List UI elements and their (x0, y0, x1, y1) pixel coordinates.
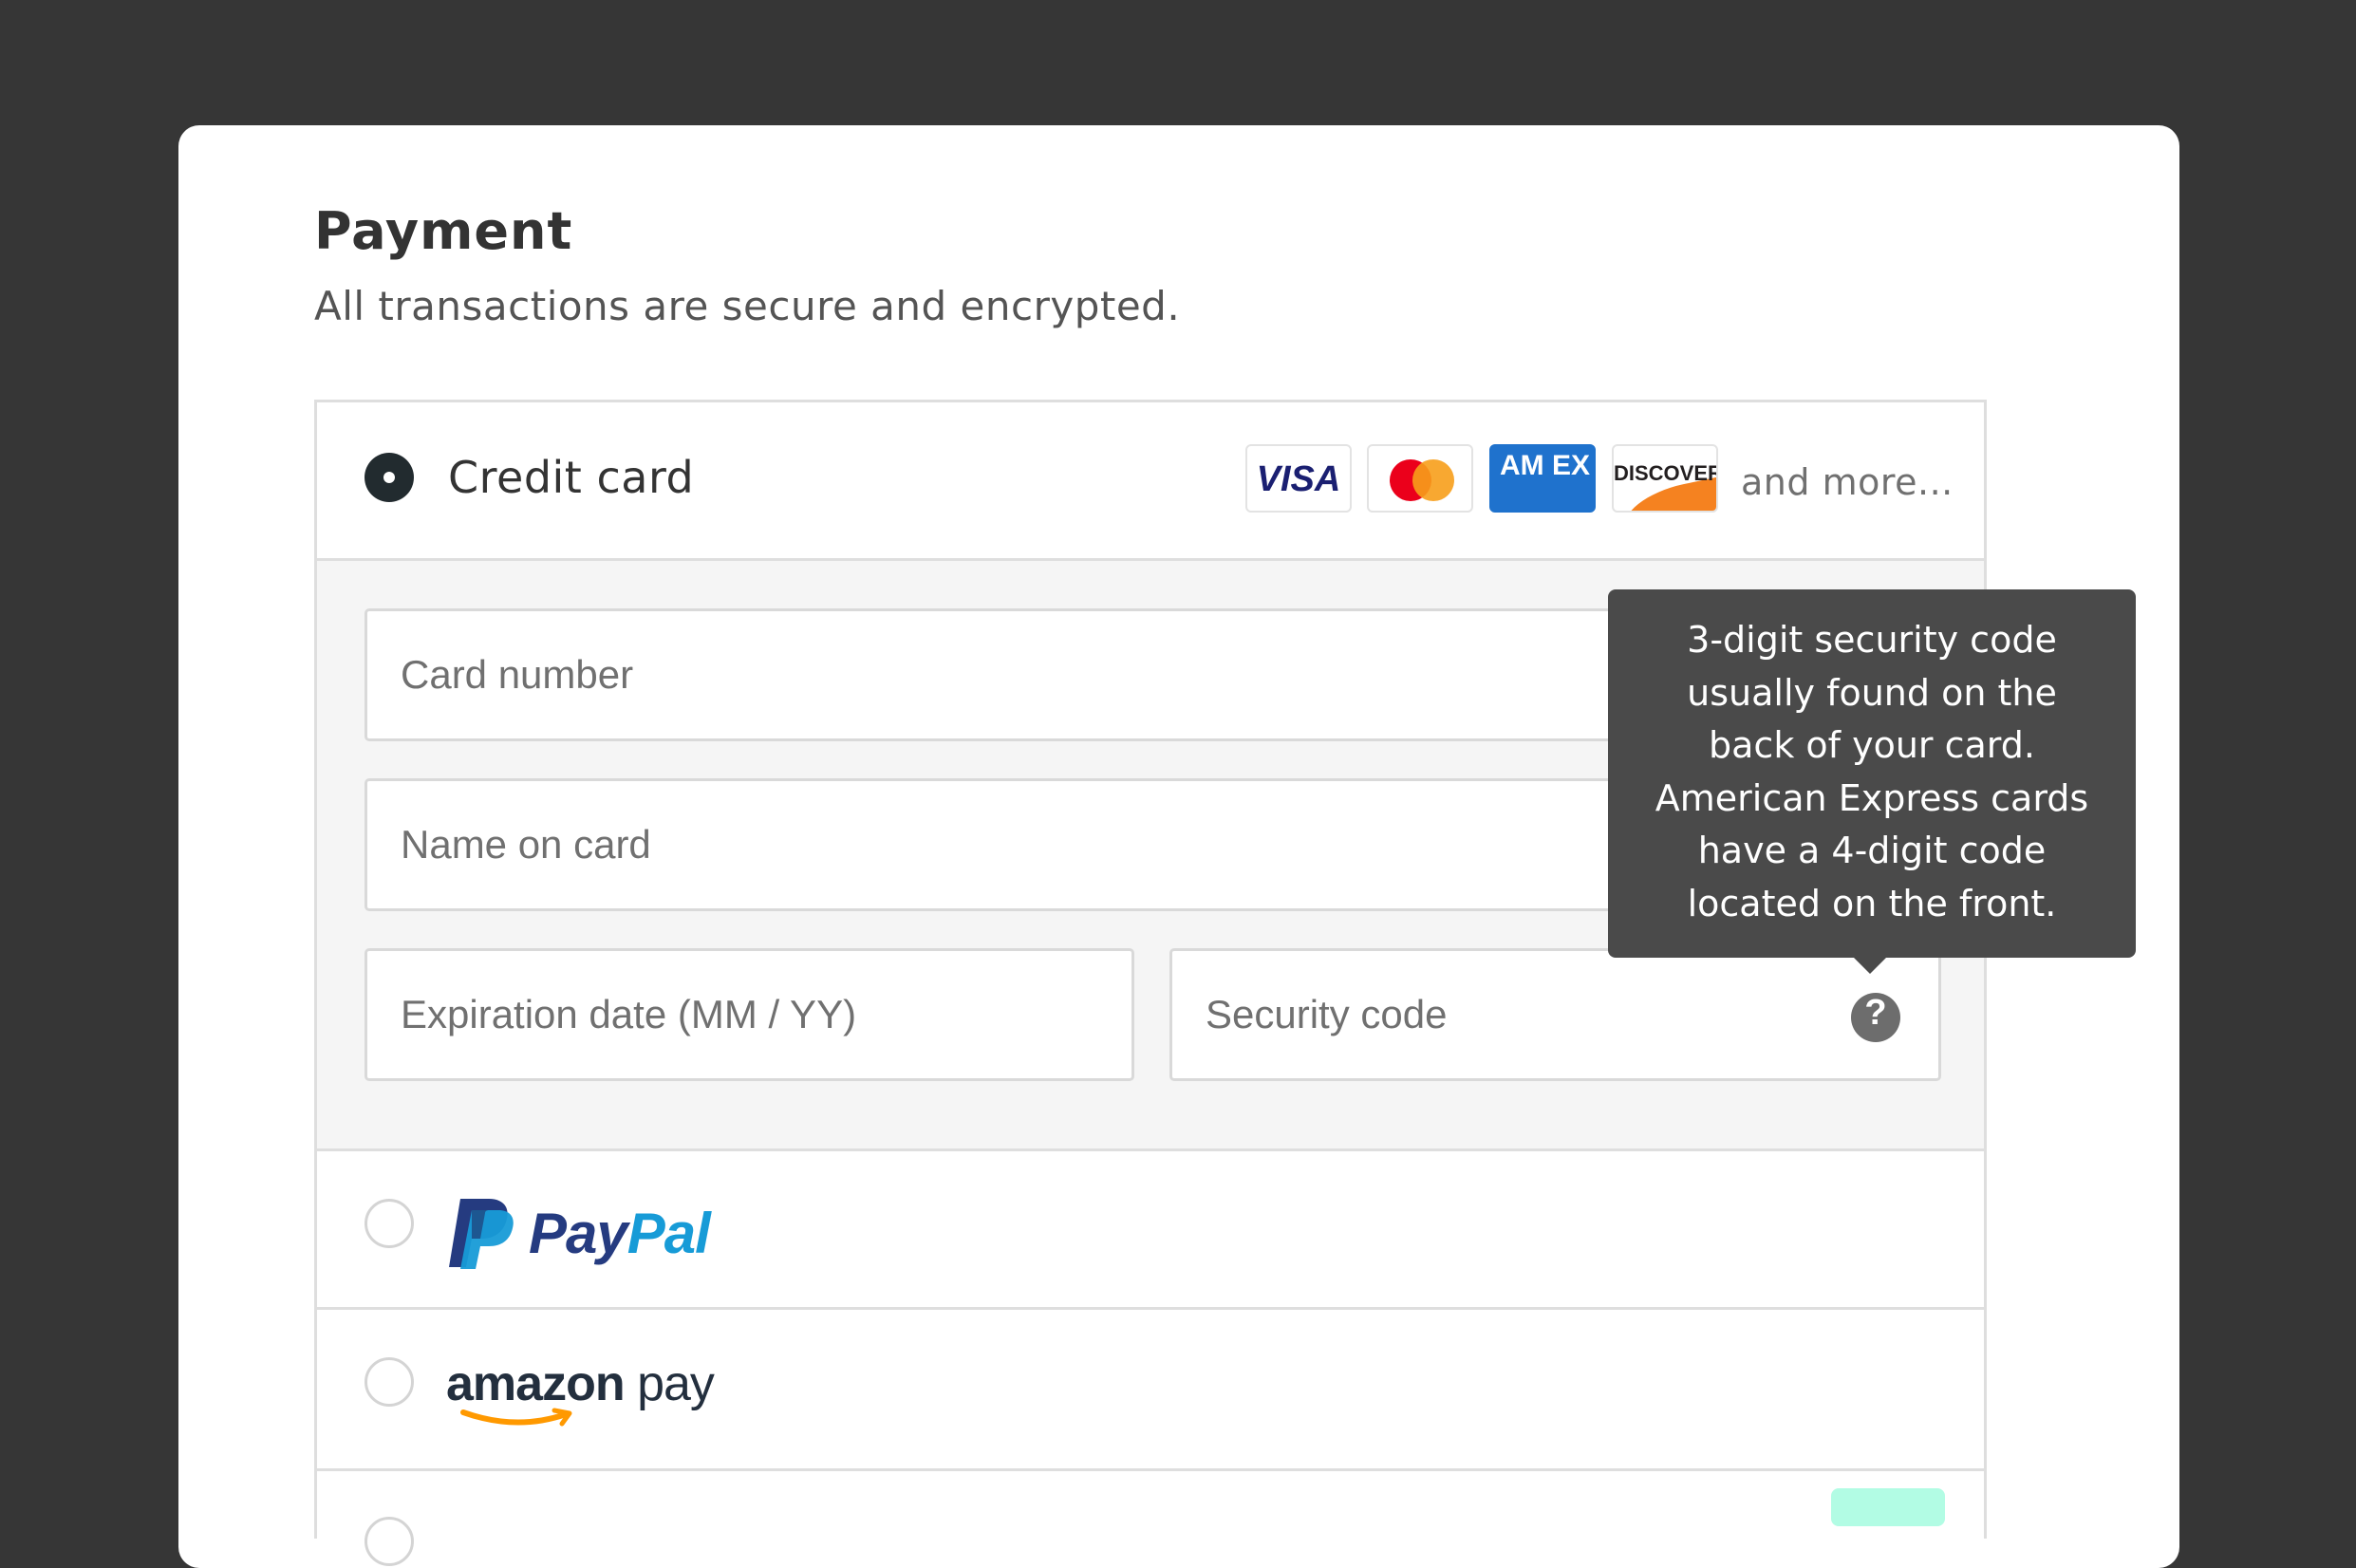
credit-card-radio[interactable] (365, 453, 414, 502)
and-more-text: and more... (1741, 461, 1954, 503)
amazon-smile-icon (460, 1408, 572, 1427)
tooltip-line: back of your card. (1709, 724, 2035, 766)
discover-logo-icon: DISCOVER (1612, 444, 1718, 513)
mastercard-logo-icon (1367, 444, 1473, 513)
security-code-tooltip: 3-digit security code usually found on t… (1608, 589, 2136, 974)
security-code-input[interactable] (1172, 951, 1938, 1078)
page-subtitle: All transactions are secure and encrypte… (314, 283, 1181, 329)
security-code-field[interactable]: ? (1169, 948, 1941, 1081)
amex-logo-icon: AM EX (1489, 444, 1596, 513)
next-payment-option[interactable] (317, 1471, 1984, 1566)
paypal-option[interactable]: PayPal (317, 1148, 1984, 1310)
expiration-date-field[interactable] (365, 948, 1134, 1081)
payment-methods: Credit card VISA AM EX DISCOVER and more… (314, 400, 1987, 1566)
amazon-pay-option[interactable]: amazon pay (317, 1310, 1984, 1471)
tooltip-line: American Express cards (1655, 776, 2089, 819)
amazon-pay-radio[interactable] (365, 1357, 414, 1407)
next-option-radio[interactable] (365, 1517, 414, 1566)
paypal-logo: PayPal (447, 1195, 741, 1271)
amazon-pay-wordmark: amazon pay (446, 1356, 715, 1411)
help-icon[interactable]: ? (1851, 993, 1900, 1042)
page-title: Payment (314, 201, 573, 261)
tooltip-line: usually found on the (1687, 671, 2057, 714)
paypal-radio[interactable] (365, 1199, 414, 1248)
tooltip-line: 3-digit security code (1687, 619, 2057, 661)
credit-card-label: Credit card (448, 452, 695, 503)
tooltip-line: located on the front. (1687, 882, 2057, 924)
payment-brand-badge (1831, 1488, 1945, 1526)
amazon-pay-logo: amazon pay (446, 1355, 731, 1431)
paypal-wordmark: PayPal (529, 1202, 711, 1265)
expiration-date-input[interactable] (367, 951, 1131, 1078)
paypal-p-icon (449, 1199, 514, 1269)
visa-logo-icon: VISA (1245, 444, 1352, 513)
credit-card-option[interactable]: Credit card VISA AM EX DISCOVER and more… (317, 402, 1984, 561)
tooltip-line: have a 4-digit code (1697, 830, 2047, 871)
